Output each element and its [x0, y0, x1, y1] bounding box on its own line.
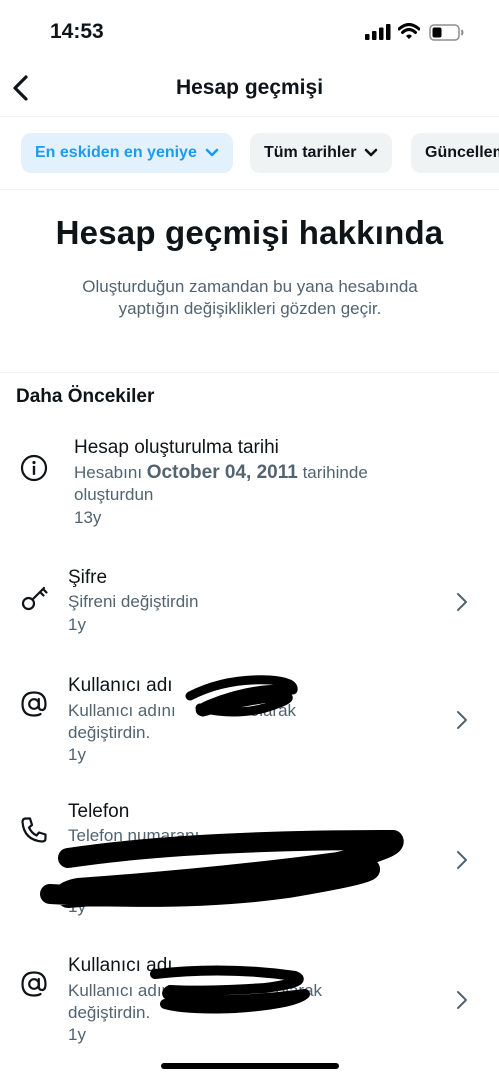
item-time: 1y: [68, 1025, 86, 1044]
signal-icon: [365, 24, 391, 40]
at-icon: [21, 691, 47, 717]
page-title: Hesap geçmişi: [175, 76, 324, 99]
chevron-right-icon: [457, 851, 467, 869]
chevron-right-icon: [457, 711, 467, 729]
history-item-username[interactable]: Kullanıcı adı Kullanıcı adını olarak deği…: [0, 950, 499, 1045]
date-range-chip[interactable]: Tüm tarihler: [250, 133, 393, 173]
nav-header: Hesap geçmişi: [0, 62, 499, 114]
chevron-down-icon: [205, 148, 219, 157]
item-title: Telefon: [68, 801, 130, 822]
at-icon: [21, 971, 47, 997]
update-type-chip[interactable]: Güncelleme: [411, 133, 499, 173]
phone-icon: [21, 817, 47, 843]
sort-order-label: En eskiden en yeniye: [35, 144, 197, 161]
item-time: 1y: [68, 897, 86, 916]
status-time: 14:53: [50, 20, 104, 43]
item-title: Kullanıcı adı: [68, 955, 173, 976]
date-range-label: Tüm tarihler: [264, 144, 357, 161]
history-item-password[interactable]: Şifre Şifreni değiştirdin 1y: [0, 560, 499, 640]
history-item-account-created: Hesap oluşturulma tarihi Hesabını Octobe…: [0, 430, 499, 530]
item-subtitle: Kullanıcı adını olarak değiştirdin.: [68, 701, 297, 742]
section-title: Daha Öncekiler: [16, 386, 155, 407]
item-subtitle: Şifreni değiştirdin: [68, 592, 199, 611]
item-subtitle-line2: değiştirdin: [180, 874, 258, 893]
divider: [0, 372, 499, 373]
chevron-down-icon: [365, 148, 378, 157]
status-bar: 14:53: [0, 0, 499, 60]
item-subtitle: Kullanıcı adını olarak değiştirdin.: [68, 981, 323, 1022]
intro-title: Hesap geçmişi hakkında: [55, 214, 444, 251]
info-icon: [20, 454, 48, 482]
update-type-label: Güncelleme: [425, 144, 499, 161]
history-item-phone[interactable]: Telefon Telefon numaranı değiştirdin 1y: [0, 800, 499, 920]
history-item-username[interactable]: Kullanıcı adı Kullanıcı adını olarak deği…: [0, 670, 499, 770]
sort-order-chip[interactable]: En eskiden en yeniye: [21, 133, 233, 173]
created-date: October 04, 2011: [146, 462, 298, 483]
item-time: 1y: [68, 745, 86, 764]
wifi-icon: [398, 23, 420, 39]
item-title: Hesap oluşturulma tarihi: [74, 437, 279, 458]
item-title: Şifre: [68, 567, 108, 588]
intro-description: Oluşturduğun zamandan bu yana hesabında …: [82, 277, 418, 318]
battery-icon: [429, 24, 464, 41]
item-subtitle: Hesabını October 04, 2011 tarihinde oluş…: [74, 462, 368, 504]
item-subtitle: Telefon numaranı: [68, 826, 200, 845]
home-indicator: [161, 1063, 339, 1069]
item-title: Kullanıcı adı: [68, 675, 173, 696]
filter-bar: En eskiden en yeniye Tüm tarihler Güncel…: [0, 116, 499, 190]
chevron-right-icon: [457, 593, 467, 611]
item-time: 13y: [74, 508, 102, 527]
key-icon: [21, 586, 48, 611]
chevron-right-icon: [457, 991, 467, 1009]
item-time: 1y: [68, 615, 86, 634]
